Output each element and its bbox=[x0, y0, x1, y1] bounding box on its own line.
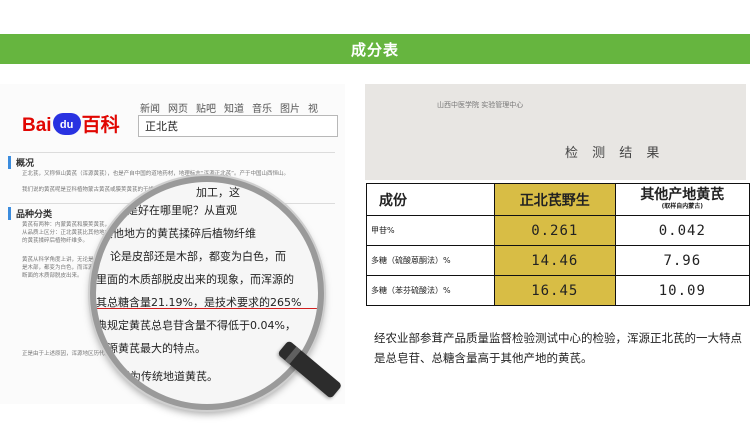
nav-item-web[interactable]: 网页 bbox=[168, 100, 188, 115]
header-ingredient: 成份 bbox=[366, 183, 495, 216]
value-other: 7.96 bbox=[614, 245, 750, 276]
nav-item-tieba[interactable]: 贴吧 bbox=[196, 100, 216, 115]
row-label: 甲苷% bbox=[366, 215, 495, 246]
value-wild: 14.46 bbox=[493, 245, 616, 276]
nav-item-zhidao[interactable]: 知道 bbox=[224, 100, 244, 115]
table-row: 多糖（苯芬硫酸法）% 16.45 10.09 bbox=[366, 275, 750, 306]
institution-name: 山西中医学院 实验管理中心 bbox=[437, 101, 524, 109]
baidu-baike-logo: Bai du 百科 bbox=[22, 110, 120, 137]
caption-text: 经农业部参茸产品质量监督检验测试中心的检验，浑源正北芪的一大特点是总皂苷、总糖含… bbox=[374, 331, 742, 365]
banner-title: 成分表 bbox=[350, 40, 399, 59]
section-overview: 概况 bbox=[8, 156, 34, 169]
magnified-line: 其他地方的黄芪揉碎后植物纤维 bbox=[102, 227, 256, 240]
section-variety: 品种分类 bbox=[8, 207, 52, 220]
value-other: 10.09 bbox=[614, 275, 750, 306]
variety-text: 黄芪有两种：内蒙黄芪和膜荚黄芪，从品质上区分：正北黄芪比其他地方的黄芪揉碎后植物… bbox=[22, 222, 111, 244]
table-header-row: 成份 正北芪野生 其他产地黄芪 (取样自内蒙古) bbox=[366, 183, 750, 216]
nav-item-images[interactable]: 图片 bbox=[280, 100, 300, 115]
table-row: 甲苷% 0.261 0.042 bbox=[366, 215, 750, 246]
magnified-line: 被崇为传统地道黄芪。 bbox=[108, 370, 218, 383]
magnified-line: 浑源黄芪最大的特点。 bbox=[96, 342, 206, 355]
baidu-nav: 新闻 网页 贴吧 知道 音乐 图片 视 bbox=[140, 100, 318, 115]
overview-text: 正北芪，又称恒山黄芪（浑源黄芪），也是产自中国的道地药材，地理标志“浑源正北芪”… bbox=[22, 171, 289, 177]
magnified-line: 典规定黄芪总皂苷含量不得低于0.04%， bbox=[96, 319, 296, 332]
nav-item-news[interactable]: 新闻 bbox=[140, 100, 160, 115]
value-wild: 16.45 bbox=[493, 275, 616, 306]
magnified-line: 里面的木质部脱皮出来的现象，而浑源的 bbox=[96, 273, 294, 286]
paw-icon: du bbox=[52, 112, 81, 135]
header-wild: 正北芪野生 bbox=[493, 183, 616, 216]
results-table: 成份 正北芪野生 其他产地黄芪 (取样自内蒙古) 甲苷% 0.261 0.042… bbox=[366, 183, 750, 306]
magnified-line: 加工，这 bbox=[196, 186, 240, 199]
value-wild: 0.261 bbox=[493, 215, 616, 246]
test-report-photo: 山西中医学院 实验管理中心 检 测 结 果 bbox=[365, 84, 746, 180]
header-other: 其他产地黄芪 (取样自内蒙古) bbox=[614, 183, 750, 216]
magnified-line: 就是好在哪里呢？从直观 bbox=[116, 204, 237, 217]
table-row: 多糖（硫酸蒽酮法）% 14.46 7.96 bbox=[366, 245, 750, 276]
red-underline bbox=[96, 308, 318, 309]
magnified-line: 论是皮部还是木部，都变为白色，而 bbox=[110, 250, 286, 263]
value-other: 0.042 bbox=[614, 215, 750, 246]
magnifier-lens: 加工，这 就是好在哪里呢？从直观 其他地方的黄芪揉碎后植物纤维 论是皮部还是木部… bbox=[90, 176, 324, 410]
header-other-note: (取样自内蒙古) bbox=[661, 203, 704, 210]
nav-item-video[interactable]: 视 bbox=[308, 100, 318, 115]
row-label: 多糖（苯芬硫酸法）% bbox=[366, 275, 495, 306]
row-label: 多糖（硫酸蒽酮法）% bbox=[366, 245, 495, 276]
report-title: 检 测 结 果 bbox=[565, 146, 665, 161]
nav-item-music[interactable]: 音乐 bbox=[252, 100, 272, 115]
search-input[interactable]: 正北芪 bbox=[138, 115, 338, 137]
title-banner: 成分表 bbox=[0, 34, 750, 64]
divider bbox=[10, 152, 335, 153]
